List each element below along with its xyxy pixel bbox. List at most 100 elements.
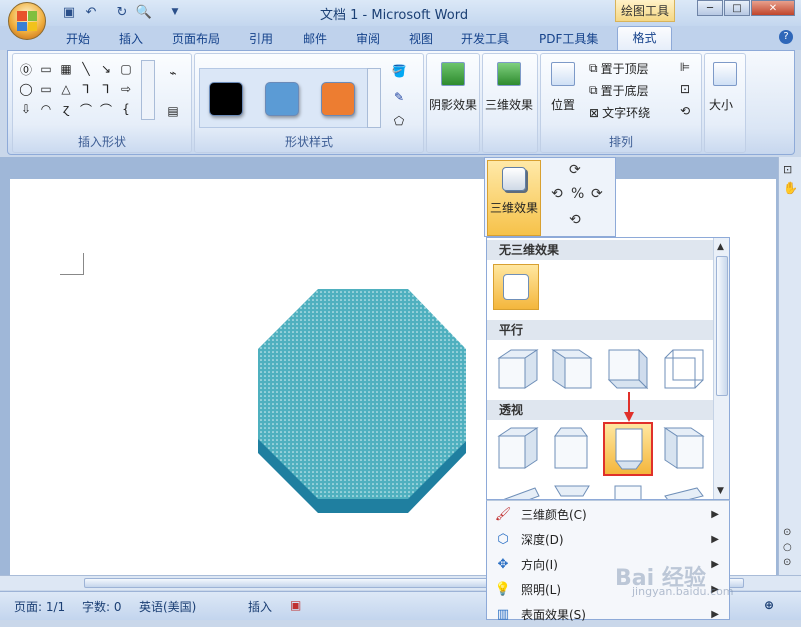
tab-view[interactable]: 视图 [403,28,439,50]
redo-icon[interactable]: ↻ [113,4,131,20]
shape-triangle-icon[interactable]: △ [58,82,74,96]
tilt-up-icon[interactable]: ⟳ [569,162,581,178]
gallery-scroll-up-icon[interactable]: ▲ [717,242,724,252]
ruler-icon[interactable]: ⊡ [783,163,792,176]
shape-cloud-icon[interactable]: ◠ [38,102,54,116]
perspective-item-6[interactable] [549,482,595,500]
macro-record-icon[interactable]: ▣ [290,598,301,612]
shadow-effects-icon[interactable] [441,62,465,86]
shape-outline-icon[interactable]: ✎ [391,90,407,104]
gallery-scroll-down-icon[interactable]: ▼ [717,486,724,496]
status-words[interactable]: 字数: 0 [82,598,122,615]
style-swatch-orange[interactable] [321,82,355,116]
shape-arrow-icon[interactable]: ↘ [98,62,114,76]
tab-insert[interactable]: 插入 [113,28,149,50]
rotate-icon[interactable]: ⟲ [677,104,693,118]
shape-table-icon[interactable]: ▦ [58,62,74,76]
3d-effects-button[interactable]: 三维效果 [485,96,533,113]
3d-effects-active-button[interactable]: 三维效果 [487,160,541,236]
3d-effects-icon[interactable] [497,62,521,86]
style-gallery-scroll[interactable] [367,68,381,128]
shape-ellipse-icon[interactable]: ◯ [18,82,34,96]
status-page[interactable]: 页面: 1/1 [14,598,65,615]
position-button[interactable]: 位置 [551,96,575,113]
text-wrap-button[interactable]: ⊠ 文字环绕 [589,104,650,121]
3d-toggle-icon[interactable]: % [571,186,584,202]
status-insert-mode[interactable]: 插入 [248,598,272,615]
perspective-item-2[interactable] [549,426,595,472]
tab-format[interactable]: 格式 [617,26,672,50]
shadow-effects-button[interactable]: 阴影效果 [429,96,477,113]
edit-shape-icon[interactable]: ⌁ [165,66,181,80]
help-icon[interactable]: ? [779,30,793,44]
undo-icon[interactable]: ↶ [82,4,100,20]
office-button[interactable] [8,2,46,40]
shape-arc-icon[interactable]: ⌒ [78,102,94,117]
zoom-in-icon[interactable]: ⊕ [764,598,774,612]
perspective-item-8[interactable] [661,482,707,500]
scroll-down-icon[interactable]: ⊙ [783,557,791,568]
size-icon[interactable] [713,62,737,86]
status-language[interactable]: 英语(美国) [139,598,196,615]
perspective-item-4[interactable] [661,426,707,472]
close-button[interactable]: ✕ [751,0,795,16]
send-to-back-button[interactable]: ⧉ 置于底层 [589,82,649,99]
perspective-item-7[interactable] [605,482,651,500]
maximize-button[interactable]: □ [724,0,750,16]
menu-depth[interactable]: ⬡ 深度(D) ▶ [487,527,729,552]
shape-elbow-icon[interactable]: ⅂ [78,82,94,96]
parallel-item-2[interactable] [549,346,595,392]
menu-surface[interactable]: ▥ 表面效果(S) ▶ [487,602,729,627]
octagon-3d-shape[interactable] [256,287,468,513]
vertical-scrollbar[interactable]: ⊡ ✋ ⊙ ○ ⊙ [778,157,801,575]
shape-textbox-icon[interactable]: ▭ [38,62,54,76]
tab-mailings[interactable]: 邮件 [297,28,333,50]
no-3d-effect-item[interactable] [493,264,539,310]
shape-elbow-arrow-icon[interactable]: ⅂ [98,82,114,96]
tab-home[interactable]: 开始 [60,28,96,50]
tilt-down-icon[interactable]: ⟲ [569,212,581,228]
size-button[interactable]: 大小 [709,96,733,113]
style-swatch-black[interactable] [209,82,243,116]
perspective-item-1[interactable] [495,426,541,472]
align-icon[interactable]: ⊫ [677,60,693,74]
print-preview-icon[interactable]: 🔍 [135,4,153,20]
shape-brace-icon[interactable]: { [118,102,134,116]
bring-to-front-button[interactable]: ⧉ 置于顶层 [589,60,649,77]
text-box-icon[interactable]: ▤ [165,104,181,118]
tab-references[interactable]: 引用 [243,28,279,50]
customize-qat-icon[interactable]: ▼ [166,4,184,20]
shape-curve-icon[interactable]: ⌒ [98,102,114,117]
shape-freeform-icon[interactable]: ɀ [58,102,74,116]
tab-pdf-tools[interactable]: PDF工具集 [533,28,604,50]
save-icon[interactable]: ▣ [60,4,78,20]
pan-hand-icon[interactable]: ✋ [783,181,798,195]
tab-developer[interactable]: 开发工具 [455,28,515,50]
perspective-item-5[interactable] [495,482,541,500]
gallery-scrollbar[interactable]: ▲ ▼ [713,238,729,499]
perspective-item-3-selected[interactable] [603,422,653,476]
style-swatch-blue[interactable] [265,82,299,116]
shape-down-arrow-icon[interactable]: ⇩ [18,102,34,116]
position-icon[interactable] [551,62,575,86]
change-shape-icon[interactable]: ⬠ [391,114,407,128]
minimize-button[interactable]: ─ [697,0,723,16]
tab-review[interactable]: 审阅 [350,28,386,50]
tab-page-layout[interactable]: 页面布局 [166,28,226,50]
shape-oval-icon[interactable]: ⓪ [18,62,34,77]
group-icon[interactable]: ⊡ [677,82,693,96]
browse-object-icon[interactable]: ○ [783,542,792,553]
menu-3d-color[interactable]: 🖌 三维颜色(C) ▶ [487,502,729,527]
shapes-gallery-scroll[interactable] [141,60,155,120]
shape-line-icon[interactable]: ╲ [78,62,94,76]
shape-fill-icon[interactable]: 🪣 [391,64,407,78]
tilt-right-icon[interactable]: ⟳ [591,186,603,202]
parallel-item-3[interactable] [605,346,651,392]
scroll-up-icon[interactable]: ⊙ [783,527,791,538]
shape-right-arrow-icon[interactable]: ⇨ [118,82,134,96]
shape-rounded-rect-icon[interactable]: ▭ [38,82,54,96]
gallery-scroll-thumb[interactable] [716,256,728,396]
parallel-item-4[interactable] [661,346,707,392]
shape-rectangle-icon[interactable]: ▢ [118,62,134,76]
tilt-left-icon[interactable]: ⟲ [551,186,563,202]
